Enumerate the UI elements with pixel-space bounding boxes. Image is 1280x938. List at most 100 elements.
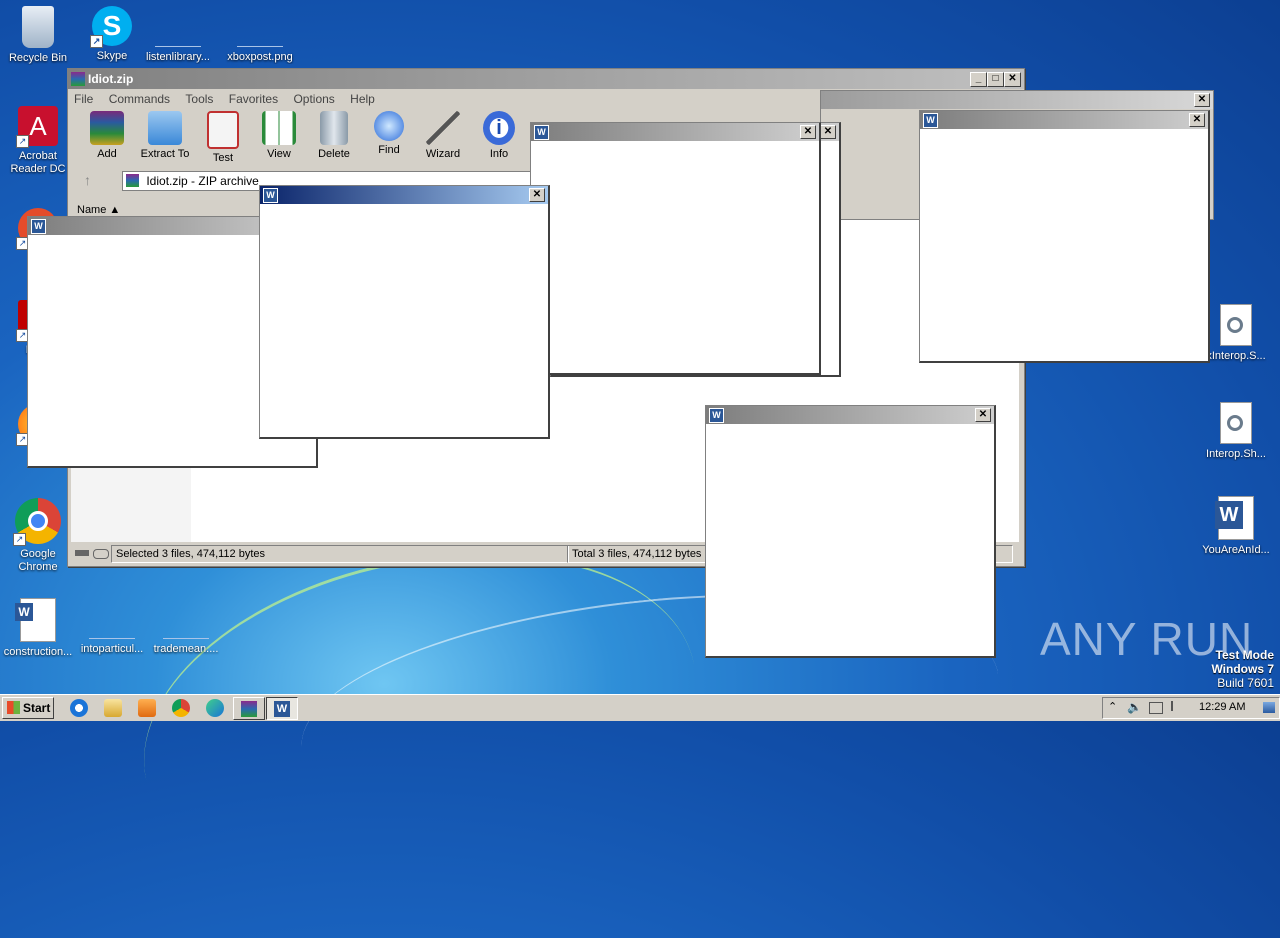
delete-button[interactable]: Delete [305, 111, 363, 160]
popup-close-button[interactable]: ✕ [529, 188, 545, 202]
popup-window-4[interactable]: W ✕ [919, 110, 1210, 363]
desktop-icon-youareanidiot[interactable]: W YouAreAnId... [1198, 496, 1274, 557]
blank-file-icon [155, 6, 201, 47]
popup-body [706, 425, 994, 656]
close-button[interactable]: ✕ [1004, 72, 1021, 87]
drive-icon [75, 550, 89, 556]
recycle-bin-icon [22, 6, 54, 48]
volume-icon[interactable]: 🔈 [1127, 700, 1142, 714]
flag-icon[interactable] [1171, 701, 1183, 711]
menu-favorites[interactable]: Favorites [229, 92, 278, 106]
menu-commands[interactable]: Commands [109, 92, 170, 106]
word-document-icon: W [15, 598, 56, 642]
background-window-close-button[interactable]: ✕ [1194, 93, 1210, 107]
word-icon: W [709, 408, 724, 423]
winrar-app-icon [71, 72, 85, 86]
tray-expand-icon[interactable]: ⌃ [1108, 700, 1117, 713]
taskbar-word-button[interactable]: W [266, 697, 298, 720]
wand-icon [426, 111, 460, 145]
up-arrow-icon[interactable]: ↑ [84, 172, 91, 188]
word-icon: W [1215, 496, 1254, 540]
popup-close-button[interactable]: ✕ [820, 125, 836, 139]
chrome-icon[interactable] [172, 699, 190, 717]
show-desktop-icon[interactable] [1263, 702, 1275, 713]
add-archive-icon [90, 111, 124, 145]
menu-tools[interactable]: Tools [185, 92, 213, 106]
popup-close-button[interactable]: ✕ [1189, 113, 1205, 127]
test-mode-text: Test Mode Windows 7 Build 7601 [1211, 648, 1274, 690]
winrar-icon [241, 701, 257, 717]
blank-file-icon [163, 598, 209, 639]
clipboard-check-icon [207, 111, 239, 149]
media-player-icon[interactable] [138, 699, 156, 717]
windows-flag-icon [7, 701, 20, 714]
word-icon: W [31, 219, 46, 234]
word-icon: W [923, 113, 938, 128]
status-selected: Selected 3 files, 474,112 bytes [111, 545, 569, 563]
dll-file-icon [1220, 304, 1252, 346]
menu-help[interactable]: Help [350, 92, 375, 106]
add-button[interactable]: Add [78, 111, 136, 160]
winrar-titlebar[interactable]: Idiot.zip _ □ ✕ [68, 69, 1024, 89]
system-tray: ⌃ 🔈 12:29 AM [1102, 697, 1280, 719]
desktop-icon-intoparticul[interactable]: intoparticul... [74, 598, 150, 656]
popup-body [260, 205, 548, 437]
extract-to-button[interactable]: Extract To [136, 111, 194, 160]
view-button[interactable]: View [250, 111, 308, 160]
desktop-icon-construction[interactable]: W construction... [0, 598, 76, 659]
desktop-icon-chrome[interactable]: ↗ Google Chrome [0, 498, 76, 574]
popup-window-3[interactable]: W ✕ [530, 122, 821, 375]
blank-file-icon [89, 598, 135, 639]
taskbar-winrar-button[interactable] [233, 697, 265, 720]
desktop-icon-interop[interactable]: Interop.Sh... [1198, 402, 1274, 461]
popup-titlebar[interactable]: W ✕ [920, 111, 1208, 129]
desktop-icon-listenlibrary[interactable]: listenlibrary... [140, 6, 216, 64]
popup-window-active[interactable]: W ✕ [259, 185, 550, 439]
taskbar: Start W ⌃ 🔈 12:29 AM [0, 694, 1280, 721]
network-icon[interactable] [1149, 702, 1163, 714]
folder-icon [148, 111, 182, 145]
minimize-button[interactable]: _ [970, 72, 987, 87]
acrobat-icon: A ↗ [16, 106, 58, 148]
window-title: Idiot.zip [88, 72, 134, 86]
wizard-button[interactable]: Wizard [414, 111, 472, 160]
column-name[interactable]: Name ▲ [77, 204, 120, 216]
clock[interactable]: 12:29 AM [1199, 701, 1245, 713]
desktop-icon-recycle-bin[interactable]: Recycle Bin [0, 6, 76, 65]
zip-icon [126, 174, 139, 187]
popup-body [920, 130, 1208, 361]
popup-window-5[interactable]: W ✕ [705, 405, 996, 658]
word-icon: W [534, 125, 549, 140]
word-icon: W [274, 701, 290, 717]
word-icon: W [263, 188, 278, 203]
popup-titlebar[interactable]: W ✕ [260, 186, 548, 204]
popup-close-button[interactable]: ✕ [975, 408, 991, 422]
desktop-icon-trademean[interactable]: trademean.... [148, 598, 224, 656]
desktop-icon-skype[interactable]: S ↗ Skype [74, 6, 150, 63]
info-button[interactable]: i Info [470, 111, 528, 160]
magnifier-icon [374, 111, 404, 141]
ie-icon[interactable] [70, 699, 88, 717]
background-window-titlebar[interactable]: ✕ [821, 91, 1213, 109]
menu-file[interactable]: File [74, 92, 93, 106]
explorer-icon[interactable] [104, 699, 122, 717]
key-icon [93, 549, 109, 559]
desktop-icon-acrobat[interactable]: A ↗ Acrobat Reader DC [0, 106, 76, 176]
find-button[interactable]: Find [360, 111, 418, 156]
skype-icon: S ↗ [90, 6, 132, 48]
dll-file-icon [1220, 402, 1252, 444]
info-icon: i [483, 111, 515, 145]
book-icon [262, 111, 296, 145]
edge-icon[interactable] [206, 699, 224, 717]
menu-options[interactable]: Options [293, 92, 334, 106]
popup-close-button[interactable]: ✕ [800, 125, 816, 139]
test-button[interactable]: Test [194, 111, 252, 164]
popup-body [531, 142, 819, 373]
desktop-icon-xboxpost[interactable]: xboxpost.png [222, 6, 298, 64]
start-button[interactable]: Start [2, 697, 54, 719]
trash-icon [320, 111, 348, 145]
chrome-icon: ↗ [13, 498, 61, 546]
popup-titlebar[interactable]: W ✕ [531, 123, 819, 141]
maximize-button[interactable]: □ [987, 72, 1004, 87]
popup-titlebar[interactable]: W ✕ [706, 406, 994, 424]
